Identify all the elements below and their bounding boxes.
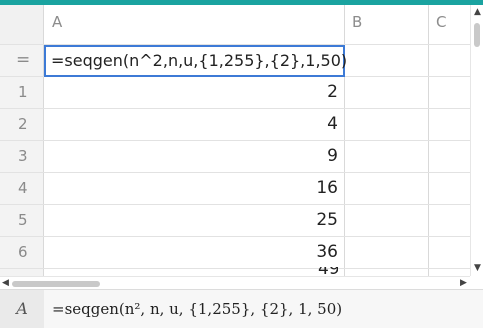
- clipped-row-partial: 49: [318, 267, 338, 276]
- cell-a4[interactable]: 16: [44, 172, 344, 204]
- formula-cell-a[interactable]: =seqgen(n^2,n,u,{1,255},{2},1,50): [44, 45, 347, 77]
- row-header-3[interactable]: 3: [0, 140, 44, 172]
- scroll-left-arrow-icon[interactable]: ◀: [2, 279, 9, 288]
- vertical-scroll-thumb[interactable]: [474, 23, 480, 47]
- column-a-label: A: [52, 13, 63, 31]
- cell-a6[interactable]: 36: [44, 236, 344, 268]
- row-divider: [0, 268, 470, 269]
- scroll-right-arrow-icon[interactable]: ▶: [460, 279, 467, 288]
- scroll-up-arrow-icon[interactable]: ▲: [474, 8, 481, 17]
- entry-line[interactable]: A =seqgen(n², n, u, {1,255}, {2}, 1, 50): [0, 289, 483, 328]
- vertical-scrollbar[interactable]: ▲ ▼: [470, 5, 483, 276]
- row-header-5[interactable]: 5: [0, 204, 44, 236]
- horizontal-scrollbar[interactable]: ◀ ▶: [0, 276, 470, 289]
- formula-row-marker[interactable]: =: [0, 44, 44, 76]
- cell-a2[interactable]: 4: [44, 108, 344, 140]
- row-header-6[interactable]: 6: [0, 236, 44, 268]
- entry-cell-reference: A: [0, 290, 44, 328]
- scroll-down-arrow-icon[interactable]: ▼: [474, 264, 481, 273]
- column-header-row: A B C: [0, 5, 470, 44]
- column-header-c[interactable]: C: [428, 5, 470, 44]
- column-b-label: B: [352, 13, 363, 31]
- entry-expression[interactable]: =seqgen(n², n, u, {1,255}, {2}, 1, 50): [52, 290, 342, 328]
- spreadsheet-grid: A B C = =seqgen(n^2,n,u,{1,255},{2},1,50…: [0, 5, 470, 276]
- row-header-1[interactable]: 1: [0, 76, 44, 108]
- horizontal-scroll-thumb[interactable]: [12, 281, 100, 287]
- column-c-label: C: [436, 13, 447, 31]
- cell-a1[interactable]: 2: [44, 76, 344, 108]
- cell-a5[interactable]: 25: [44, 204, 344, 236]
- row-header-2[interactable]: 2: [0, 108, 44, 140]
- cell-a3[interactable]: 9: [44, 140, 344, 172]
- column-header-a[interactable]: A: [44, 5, 344, 44]
- column-header-b[interactable]: B: [344, 5, 428, 44]
- row-header-4[interactable]: 4: [0, 172, 44, 204]
- corner-cell[interactable]: [0, 5, 44, 44]
